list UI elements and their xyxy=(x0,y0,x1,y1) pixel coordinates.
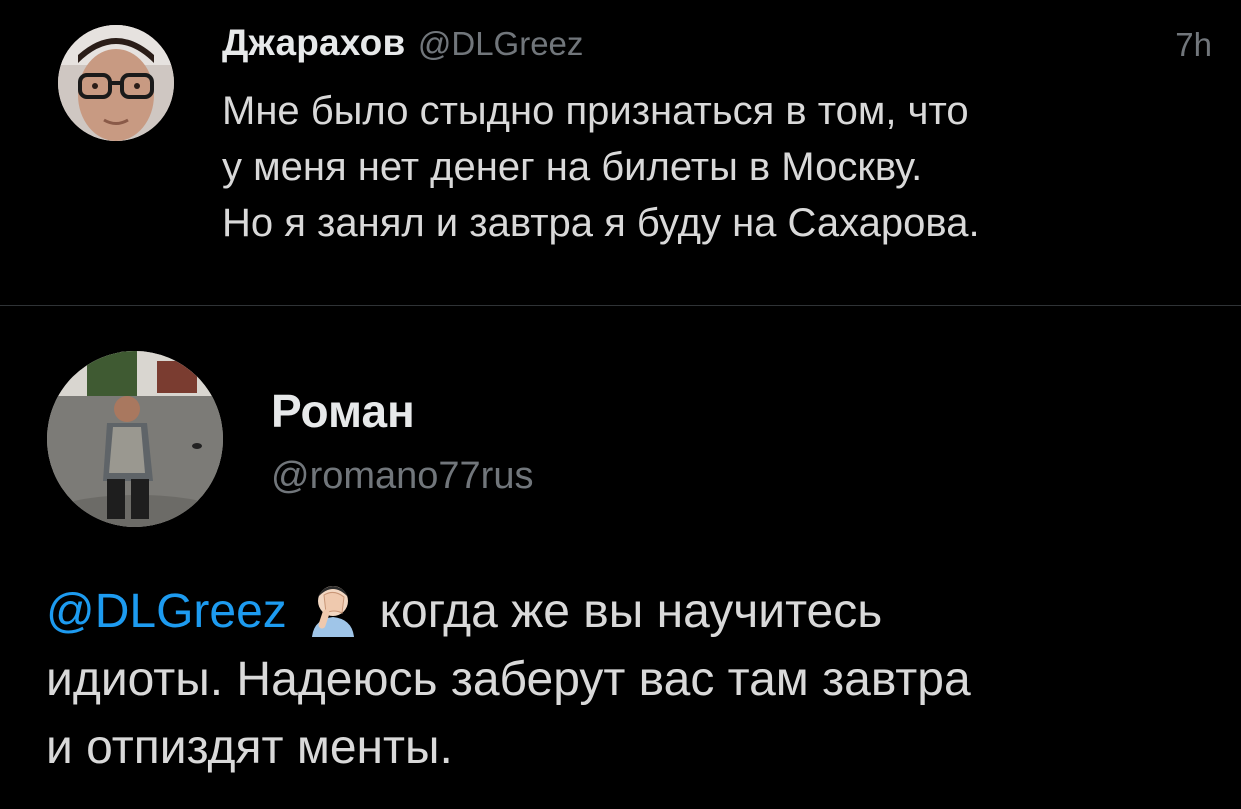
reply-author-avatar[interactable] xyxy=(47,351,223,527)
reply-text-line: и отпиздят менты. xyxy=(46,721,453,774)
man-on-street-photo-avatar-icon xyxy=(47,351,223,527)
reply-author-handle[interactable]: @romano77rus xyxy=(271,455,533,498)
reply-text-line: идиоты. Надеюсь заберут вас там завтра xyxy=(46,653,971,706)
divider xyxy=(0,305,1241,306)
mention-link[interactable]: @DLGreez xyxy=(46,585,287,638)
man-with-glasses-avatar-icon xyxy=(58,25,174,141)
reply-author-display-name[interactable]: Роман xyxy=(271,384,415,438)
tweet-text-line: у меня нет денег на билеты в Москву. xyxy=(222,145,923,189)
reply-text-segment: когда же вы научитесь xyxy=(379,585,883,638)
tweet-timestamp[interactable]: 7h xyxy=(1175,26,1212,64)
facepalm-emoji-icon xyxy=(304,579,362,637)
tweet-text: Мне было стыдно признаться в том, что у … xyxy=(222,83,1222,251)
author-avatar[interactable] xyxy=(58,25,174,141)
tweet-text-line: Но я занял и завтра я буду на Сахарова. xyxy=(222,201,980,245)
reply-text-line: @DLGreez когда же вы научитесь xyxy=(46,578,1226,646)
tweet-header: Джарахов @DLGreez 7h xyxy=(222,22,1212,76)
author-handle[interactable]: @DLGreez xyxy=(418,25,584,62)
reply-text: @DLGreez когда же вы научитесь идиоты. Н… xyxy=(46,578,1226,782)
author-display-name[interactable]: Джарахов xyxy=(222,22,405,63)
tweet-text-line: Мне было стыдно признаться в том, что xyxy=(222,89,969,133)
original-tweet[interactable]: Джарахов @DLGreez 7h Мне было стыдно при… xyxy=(0,0,1241,305)
